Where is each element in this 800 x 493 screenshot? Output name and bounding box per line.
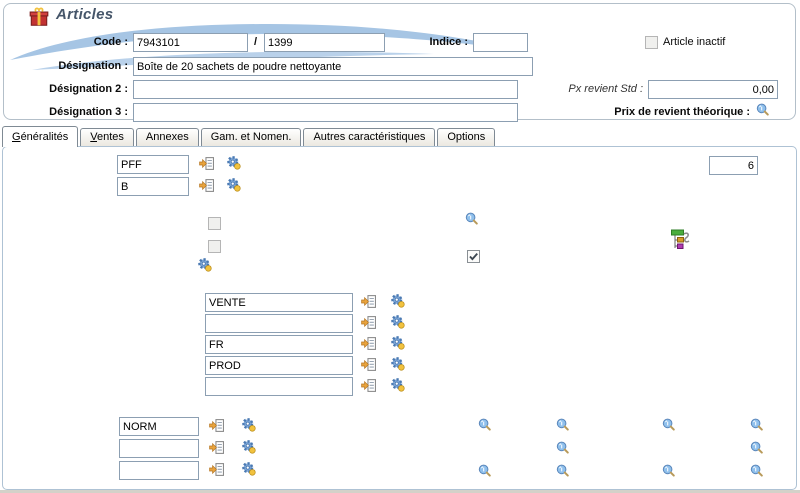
unite-input[interactable] — [117, 177, 189, 196]
code-douane-lookup-gear-icon[interactable] — [390, 377, 405, 392]
code-nature-input[interactable] — [117, 155, 189, 174]
categorie-list-icon[interactable] — [361, 336, 376, 351]
hist-ventes-factures-zoom-icon[interactable] — [556, 464, 570, 478]
categorie-input[interactable] — [205, 335, 353, 354]
modifiables-checkbox[interactable] — [467, 250, 480, 263]
hist-ventes-devis-zoom-icon[interactable] — [478, 418, 492, 432]
taux-tva-list-icon[interactable] — [209, 418, 224, 433]
prix-theorique-label: Prix de revient théorique : — [520, 106, 750, 118]
hist-achats-factures-zoom-icon[interactable] — [750, 464, 764, 478]
taux-tva-input[interactable] — [119, 417, 199, 436]
designation-label: Désignation : — [20, 60, 128, 72]
code-input[interactable] — [133, 33, 248, 52]
hist-ventes-bons-trf-zoom-icon[interactable] — [556, 441, 570, 455]
code-nature-list-icon[interactable] — [199, 156, 214, 171]
code-separator: / — [254, 36, 257, 48]
designation3-input[interactable] — [133, 103, 518, 122]
tab-options[interactable]: Options — [437, 128, 495, 146]
ecotaxe-input[interactable] — [119, 461, 199, 480]
code-douane-input[interactable] — [205, 377, 353, 396]
indice-label: Indice : — [380, 36, 468, 48]
designation-input[interactable] — [133, 57, 533, 76]
page-title: Articles — [56, 6, 113, 23]
article-inactif-checkbox[interactable] — [645, 36, 658, 49]
tab-generalites[interactable]: Généralités — [2, 126, 78, 147]
hist-achats-cdes-zoom-icon[interactable] — [750, 418, 764, 432]
article-inactif-label: Article inactif — [663, 36, 725, 48]
check-icon — [468, 251, 479, 262]
taux-tva-lookup-gear-icon[interactable] — [241, 417, 256, 432]
gift-icon — [28, 6, 50, 28]
acceder-travaux-zoom-icon[interactable] — [465, 212, 479, 226]
tab-bar: Généralités Ventes Annexes Gam. et Nomen… — [2, 128, 497, 147]
hist-ventes-bc-zoom-icon[interactable] — [556, 418, 570, 432]
delai-obtention-input[interactable] — [709, 156, 758, 175]
gestion-lots-checkbox — [208, 217, 221, 230]
tab-annexes[interactable]: Annexes — [136, 128, 199, 146]
categorie-lookup-gear-icon[interactable] — [390, 335, 405, 350]
cas-emploi-tree-icon[interactable] — [668, 227, 692, 253]
grpe-compta-input[interactable] — [205, 356, 353, 375]
code-douane-list-icon[interactable] — [361, 378, 376, 393]
code-suffix-input[interactable] — [264, 33, 385, 52]
sous-famille-lookup-gear-icon[interactable] — [390, 314, 405, 329]
hist-achats-br-zoom-icon[interactable] — [662, 464, 676, 478]
code-nature-lookup-gear-icon[interactable] — [226, 155, 241, 170]
designation3-label: Désignation 3 : — [20, 106, 128, 118]
ecotaxe-lookup-gear-icon[interactable] — [241, 461, 256, 476]
ecotaxe-list-icon[interactable] — [209, 462, 224, 477]
famille-lookup-gear-icon[interactable] — [390, 293, 405, 308]
taxe-parafis-input[interactable] — [119, 439, 199, 458]
tab-gam-et-nomen[interactable]: Gam. et Nomen. — [201, 128, 302, 146]
hist-achats-dprix-zoom-icon[interactable] — [662, 418, 676, 432]
taxe-parafis-list-icon[interactable] — [209, 440, 224, 455]
articles-window: Articles Code : / Indice : Article inact… — [0, 0, 800, 493]
taxe-parafis-lookup-gear-icon[interactable] — [241, 439, 256, 454]
unite-lookup-gear-icon[interactable] — [226, 177, 241, 192]
hist-ventes-bl-zoom-icon[interactable] — [478, 464, 492, 478]
unite-list-icon[interactable] — [199, 178, 214, 193]
code-label: Code : — [20, 36, 128, 48]
grpe-compta-list-icon[interactable] — [361, 357, 376, 372]
sous-famille-list-icon[interactable] — [361, 315, 376, 330]
gestion-series-checkbox — [208, 240, 221, 253]
designation2-input[interactable] — [133, 80, 518, 99]
famille-input[interactable] — [205, 293, 353, 312]
tab-ventes[interactable]: Ventes — [80, 128, 134, 146]
consultation-gear-icon[interactable] — [197, 257, 212, 272]
sous-famille-input[interactable] — [205, 314, 353, 333]
prix-theorique-zoom-icon[interactable] — [756, 103, 770, 117]
designation2-label: Désignation 2 : — [20, 83, 128, 95]
hist-achats-bons-trf-zoom-icon[interactable] — [750, 441, 764, 455]
px-revient-std-input[interactable] — [648, 80, 778, 99]
indice-input[interactable] — [473, 33, 528, 52]
famille-list-icon[interactable] — [361, 294, 376, 309]
tab-autres-caracteristiques[interactable]: Autres caractéristiques — [303, 128, 435, 146]
grpe-compta-lookup-gear-icon[interactable] — [390, 356, 405, 371]
